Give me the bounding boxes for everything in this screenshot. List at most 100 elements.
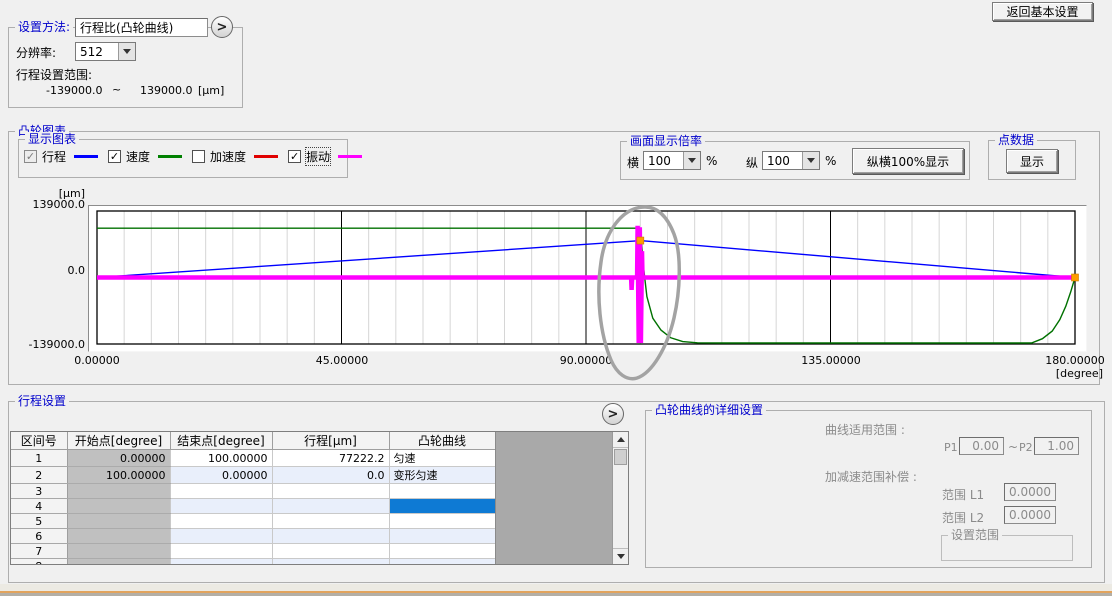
stroke-grid[interactable]: 区间号 开始点[degree] 结束点[degree] 行程[μm] 凸轮曲线 … bbox=[11, 432, 496, 565]
horizontal-zoom-combo[interactable]: 100 bbox=[643, 151, 701, 170]
method-group-label: 设置方法: bbox=[15, 20, 73, 34]
end-point-cell[interactable] bbox=[170, 514, 272, 529]
p1-label: P1 bbox=[944, 441, 958, 454]
chevron-down-icon bbox=[123, 49, 131, 54]
x-tick-135: 135.00000 bbox=[789, 354, 873, 367]
p2-label: P2 bbox=[1019, 441, 1033, 454]
row-number-cell[interactable]: 4 bbox=[11, 499, 67, 514]
end-point-cell[interactable] bbox=[170, 529, 272, 544]
stroke-range-min: -139000.0 bbox=[46, 84, 102, 97]
table-row-7[interactable]: 7 bbox=[11, 544, 495, 559]
scrollbar-up-button[interactable] bbox=[613, 432, 628, 448]
col-header-start: 开始点[degree] bbox=[67, 432, 170, 450]
stroke-cell[interactable] bbox=[272, 514, 389, 529]
table-row-6[interactable]: 6 bbox=[11, 529, 495, 544]
start-point-cell[interactable] bbox=[67, 514, 170, 529]
display-graph-group-label: 显示图表 bbox=[25, 132, 79, 146]
cam-curve-cell[interactable]: 变形匀速 bbox=[389, 467, 495, 484]
accel-decel-comp-label: 加减速范围补偿 : bbox=[825, 468, 917, 485]
start-point-cell[interactable] bbox=[67, 484, 170, 499]
stroke-cell[interactable]: 0.0 bbox=[272, 467, 389, 484]
cam-curve-cell[interactable] bbox=[389, 484, 495, 499]
start-point-cell[interactable]: 0.00000 bbox=[67, 450, 170, 467]
method-expand-button[interactable]: > bbox=[211, 16, 233, 38]
end-point-cell[interactable]: 0.00000 bbox=[170, 467, 272, 484]
stroke-cell[interactable] bbox=[272, 559, 389, 566]
combo-dropdown-button[interactable] bbox=[683, 152, 700, 169]
resolution-value: 512 bbox=[76, 45, 118, 59]
table-header-row: 区间号 开始点[degree] 结束点[degree] 行程[μm] 凸轮曲线 bbox=[11, 432, 495, 450]
stroke-cell[interactable]: 77222.2 bbox=[272, 450, 389, 467]
cam-setting-window: 返回基本设置 设置方法: 行程比(凸轮曲线) > 分辨率: 512 行程设置范围… bbox=[0, 0, 1112, 596]
table-row-4[interactable]: 4 bbox=[11, 499, 495, 514]
end-point-cell[interactable] bbox=[170, 499, 272, 514]
legend-checkbox-2[interactable] bbox=[192, 150, 205, 163]
stroke-cell[interactable] bbox=[272, 544, 389, 559]
end-point-cell[interactable] bbox=[170, 484, 272, 499]
legend-checkbox-3[interactable]: ✓ bbox=[288, 150, 301, 163]
row-number-cell[interactable]: 5 bbox=[11, 514, 67, 529]
combo-dropdown-button[interactable] bbox=[802, 152, 819, 169]
cam-curve-cell[interactable]: 匀速 bbox=[389, 450, 495, 467]
legend-color-line-0 bbox=[74, 155, 98, 158]
row-number-cell[interactable]: 6 bbox=[11, 529, 67, 544]
start-point-cell[interactable] bbox=[67, 529, 170, 544]
row-number-cell[interactable]: 3 bbox=[11, 484, 67, 499]
cam-curve-cell[interactable] bbox=[389, 529, 495, 544]
row-number-cell[interactable]: 8 bbox=[11, 559, 67, 566]
table-scrollbar[interactable] bbox=[612, 432, 628, 564]
y-tick-min: -139000.0 bbox=[21, 338, 85, 351]
row-number-cell[interactable]: 1 bbox=[11, 450, 67, 467]
col-header-section: 区间号 bbox=[11, 432, 67, 450]
zoom-100-button[interactable]: 纵横100%显示 bbox=[852, 148, 964, 174]
scrollbar-down-button[interactable] bbox=[613, 548, 628, 564]
table-row-1[interactable]: 10.00000100.0000077222.2匀速 bbox=[11, 450, 495, 467]
bottom-window-edge bbox=[0, 584, 1112, 596]
combo-dropdown-button[interactable] bbox=[118, 43, 135, 60]
cam-curve-cell[interactable] bbox=[389, 544, 495, 559]
stroke-table-expand-button[interactable]: > bbox=[602, 403, 624, 425]
triangle-down-icon bbox=[617, 554, 625, 559]
legend-checkbox-0[interactable]: ✓ bbox=[24, 150, 37, 163]
start-point-cell[interactable]: 100.00000 bbox=[67, 467, 170, 484]
vertical-zoom-combo[interactable]: 100 bbox=[762, 151, 820, 170]
table-filler-area bbox=[495, 432, 613, 564]
p-range-tilde: ~ bbox=[1008, 440, 1018, 454]
back-to-basic-settings-button[interactable]: 返回基本设置 bbox=[992, 2, 1093, 21]
cam-curve-cell[interactable] bbox=[389, 499, 495, 514]
legend-label-3: 振动 bbox=[306, 148, 330, 165]
table-row-5[interactable]: 5 bbox=[11, 514, 495, 529]
stroke-cell[interactable] bbox=[272, 484, 389, 499]
scrollbar-thumb[interactable] bbox=[614, 449, 627, 465]
start-point-cell[interactable] bbox=[67, 559, 170, 566]
row-number-cell[interactable]: 2 bbox=[11, 467, 67, 484]
cam-curve-cell[interactable] bbox=[389, 514, 495, 529]
chevron-right-icon: > bbox=[217, 20, 228, 35]
table-row-2[interactable]: 2100.000000.000000.0变形匀速 bbox=[11, 467, 495, 484]
legend-label-2: 加速度 bbox=[210, 148, 246, 165]
range-l2-label: 范围 L2 bbox=[942, 509, 984, 526]
cam-curve-cell[interactable] bbox=[389, 559, 495, 566]
range-l2-field: 0.0000 bbox=[1004, 506, 1056, 524]
stroke-range-max: 139000.0 bbox=[140, 84, 193, 97]
start-point-cell[interactable] bbox=[67, 499, 170, 514]
end-point-cell[interactable]: 100.00000 bbox=[170, 450, 272, 467]
y-tick-max: 139000.0 bbox=[21, 198, 85, 211]
stroke-cell[interactable] bbox=[272, 529, 389, 544]
x-tick-90: 90.00000 bbox=[544, 354, 628, 367]
start-point-cell[interactable] bbox=[67, 544, 170, 559]
method-value-field[interactable]: 行程比(凸轮曲线) bbox=[75, 18, 208, 37]
stroke-cell[interactable] bbox=[272, 499, 389, 514]
point-data-display-button[interactable]: 显示 bbox=[1006, 149, 1058, 173]
end-point-cell[interactable] bbox=[170, 559, 272, 566]
row-number-cell[interactable]: 7 bbox=[11, 544, 67, 559]
stroke-range-unit: [μm] bbox=[198, 84, 224, 97]
table-row-3[interactable]: 3 bbox=[11, 484, 495, 499]
x-axis-unit: [degree] bbox=[1019, 367, 1103, 380]
legend-checkbox-1[interactable]: ✓ bbox=[108, 150, 121, 163]
y-tick-zero: 0.0 bbox=[21, 264, 85, 277]
triangle-up-icon bbox=[617, 437, 625, 442]
resolution-combo[interactable]: 512 bbox=[75, 42, 136, 61]
table-row-8[interactable]: 8 bbox=[11, 559, 495, 566]
end-point-cell[interactable] bbox=[170, 544, 272, 559]
